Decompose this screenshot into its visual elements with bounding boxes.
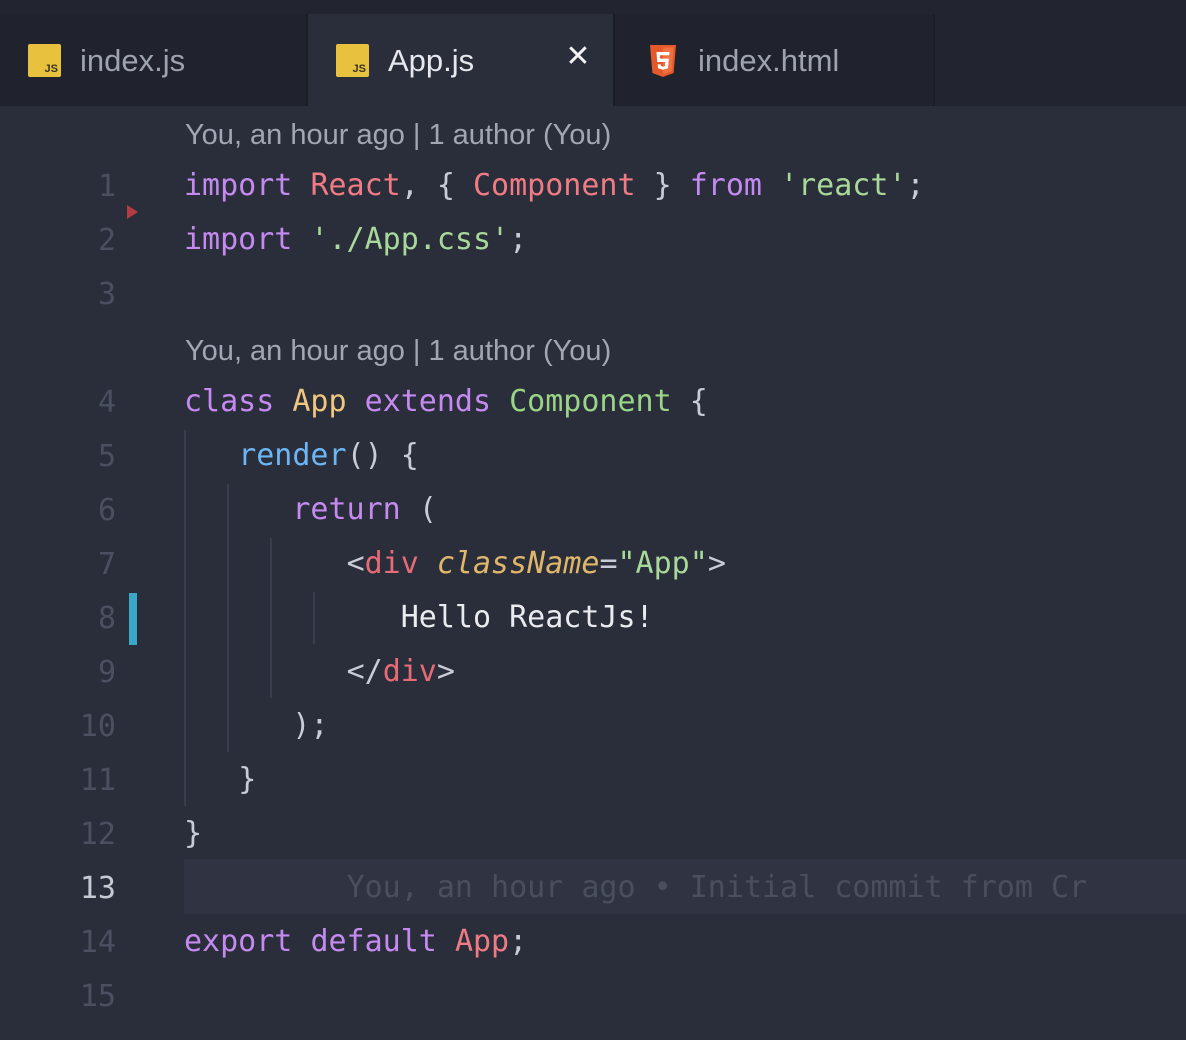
code-line-11[interactable]: } xyxy=(184,753,256,807)
line-number: 7 xyxy=(97,547,116,582)
code-line-14[interactable]: export default App; xyxy=(184,915,527,969)
code-line-10[interactable]: ); xyxy=(184,699,328,753)
close-icon[interactable]: ✕ xyxy=(565,42,591,72)
breakpoint-arrow-icon[interactable] xyxy=(127,205,138,219)
line-number-current: 13 xyxy=(79,871,116,906)
line-number: 4 xyxy=(97,385,116,420)
line-number: 1 xyxy=(97,169,116,204)
tab-index-js[interactable]: JS index.js xyxy=(0,14,306,106)
modified-line-indicator[interactable] xyxy=(129,593,137,645)
line-number: 8 xyxy=(97,601,116,636)
code-line-1[interactable]: import React, { Component } from 'react'… xyxy=(184,159,925,213)
js-file-icon: JS xyxy=(336,44,369,77)
line-number: 5 xyxy=(97,439,116,474)
line-number: 15 xyxy=(79,979,116,1014)
code-line-9[interactable]: </div> xyxy=(184,645,455,699)
codelens-blame[interactable]: You, an hour ago | 1 author (You) xyxy=(185,115,611,155)
code-line-4[interactable]: class App extends Component { xyxy=(184,375,708,429)
code-line-6[interactable]: return ( xyxy=(184,483,437,537)
line-number: 3 xyxy=(97,277,116,312)
js-file-icon: JS xyxy=(28,44,61,77)
inline-blame: You, an hour ago • Initial commit from C… xyxy=(346,870,1088,905)
code-line-13[interactable]: You, an hour ago • Initial commit from C… xyxy=(184,861,1088,915)
code-line-8[interactable]: Hello ReactJs! xyxy=(184,591,654,645)
tab-bar: JS index.js JS App.js ✕ index.html xyxy=(0,0,1186,106)
line-number: 6 xyxy=(97,493,116,528)
code-line-7[interactable]: <div className="App"> xyxy=(184,537,726,591)
html5-file-icon xyxy=(648,44,681,77)
line-number: 10 xyxy=(79,709,116,744)
tab-app-js[interactable]: JS App.js ✕ xyxy=(308,14,613,106)
tab-label: index.html xyxy=(698,43,840,78)
code-line-12[interactable]: } xyxy=(184,807,202,861)
line-number: 2 xyxy=(97,223,116,258)
tab-index-html[interactable]: index.html xyxy=(615,14,933,106)
codelens-blame[interactable]: You, an hour ago | 1 author (You) xyxy=(185,331,611,371)
tab-label: index.js xyxy=(80,43,186,78)
tab-label: App.js xyxy=(388,43,475,78)
line-number: 14 xyxy=(79,925,116,960)
line-number: 9 xyxy=(97,655,116,690)
code-editor[interactable]: You, an hour ago | 1 author (You) You, a… xyxy=(0,106,1186,1040)
line-number: 12 xyxy=(79,817,116,852)
line-number: 11 xyxy=(79,763,116,798)
code-line-2[interactable]: import './App.css'; xyxy=(184,213,527,267)
code-line-5[interactable]: render() { xyxy=(184,429,419,483)
